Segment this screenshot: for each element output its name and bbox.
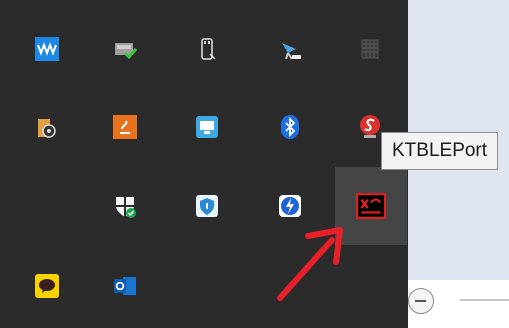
tray-item-waves[interactable] (12, 18, 82, 80)
tray-item-remove-hardware[interactable] (90, 18, 160, 80)
annotation-arrow (277, 227, 343, 301)
usb-drive-icon (201, 38, 216, 60)
tooltip-text: KTBLEPort (392, 140, 488, 161)
safely-remove-hardware-icon (115, 43, 137, 60)
ktbleport-icon (356, 193, 386, 219)
tray-item-windows-security[interactable] (90, 175, 160, 237)
tray-item-java[interactable] (90, 96, 160, 158)
kakaotalk-icon (35, 274, 59, 298)
tray-item-kakaotalk[interactable] (12, 255, 82, 317)
waves-audio-icon (35, 37, 59, 61)
outlook-icon (114, 277, 136, 295)
tray-item-media-app[interactable] (12, 96, 82, 158)
tray-item-usb[interactable] (172, 18, 242, 80)
bluetooth-icon (281, 115, 299, 139)
tooltip: KTBLEPort (381, 132, 499, 170)
thunderbolt-icon (279, 195, 301, 217)
network-tower-icon (282, 43, 301, 60)
tray-item-bluetooth[interactable] (255, 96, 325, 158)
java-icon (113, 115, 137, 139)
tray-item-remote-desktop[interactable] (172, 96, 242, 158)
zoom-slider[interactable] (460, 299, 509, 301)
windows-security-icon (116, 197, 136, 218)
tray-item-grid-app[interactable] (335, 18, 405, 80)
tray-item-shield[interactable] (172, 175, 242, 237)
media-app-icon (38, 119, 56, 138)
remote-desktop-icon (196, 116, 218, 138)
tray-item-network-tower[interactable] (255, 18, 325, 80)
grid-app-icon (361, 39, 379, 59)
shield-check-icon (196, 195, 218, 217)
s-logo-icon (360, 115, 380, 138)
tray-item-outlook[interactable] (90, 255, 160, 317)
zoom-out-button[interactable] (408, 288, 434, 314)
